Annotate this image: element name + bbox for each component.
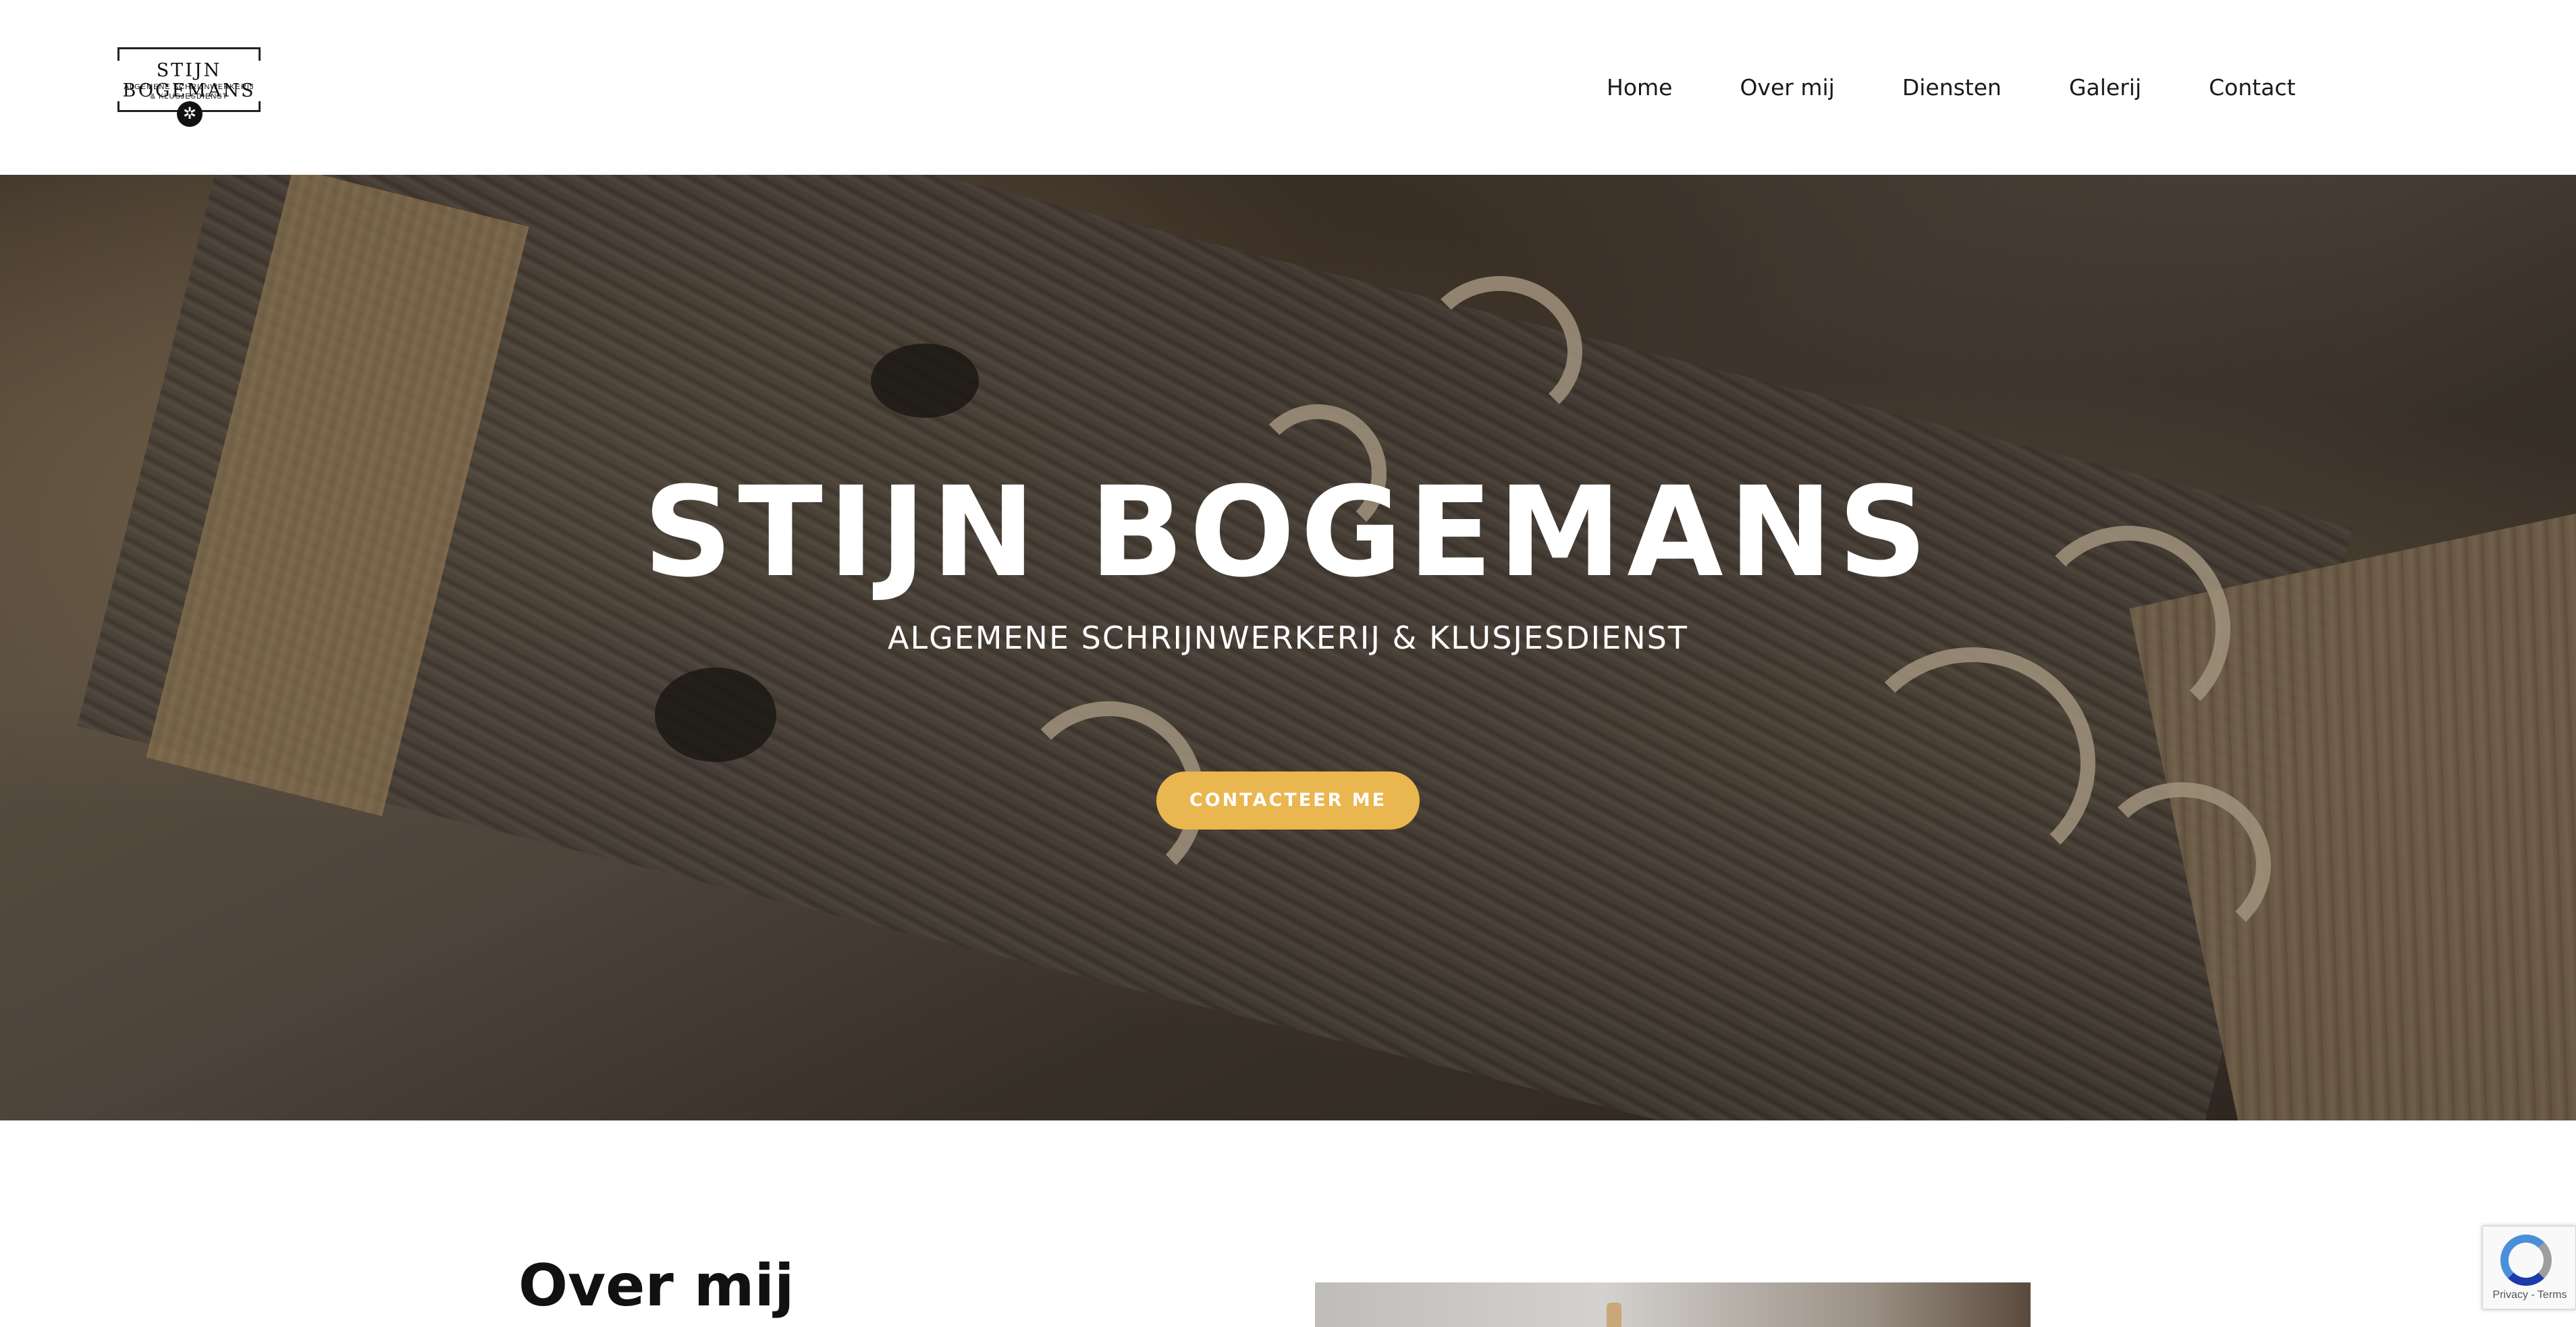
site-header: STIJN BOGEMANS ALGEMENE SCHRIJNWERKERIJ … xyxy=(0,0,2576,175)
about-image xyxy=(1315,1282,2031,1327)
site-logo[interactable]: STIJN BOGEMANS ALGEMENE SCHRIJNWERKERIJ … xyxy=(100,45,278,128)
nav-item-diensten[interactable]: Diensten xyxy=(1902,70,2002,105)
recaptcha-icon xyxy=(2500,1235,2552,1286)
nav-item-galerij[interactable]: Galerij xyxy=(2069,70,2141,105)
logo-subtitle-line2: & KLUSJESDIENST xyxy=(150,92,228,101)
logo-subtitle: ALGEMENE SCHRIJNWERKERIJ & KLUSJESDIENST xyxy=(113,82,265,101)
nav-item-contact[interactable]: Contact xyxy=(2209,70,2295,105)
recaptcha-badge[interactable]: Privacy - Terms xyxy=(2482,1226,2576,1309)
about-section-title: Over mij xyxy=(518,1252,795,1320)
about-image-detail xyxy=(1607,1303,1621,1327)
logo-subtitle-line1: ALGEMENE SCHRIJNWERKERIJ xyxy=(124,83,254,91)
nav-item-home[interactable]: Home xyxy=(1607,70,1672,105)
contact-me-button[interactable]: CONTACTEER ME xyxy=(1156,771,1420,830)
hero-subtitle: ALGEMENE SCHRIJNWERKERIJ & KLUSJESDIENST xyxy=(888,620,1688,656)
main-navigation: Home Over mij Diensten Galerij Contact xyxy=(1607,70,2363,105)
hero-title: STIJN BOGEMANS xyxy=(643,460,1933,605)
recaptcha-privacy-terms[interactable]: Privacy - Terms xyxy=(2483,1289,2576,1302)
saw-blade-icon: ✲ xyxy=(177,101,203,127)
hero-section: STIJN BOGEMANS ALGEMENE SCHRIJNWERKERIJ … xyxy=(0,175,2576,1120)
nav-item-over-mij[interactable]: Over mij xyxy=(1740,70,1834,105)
